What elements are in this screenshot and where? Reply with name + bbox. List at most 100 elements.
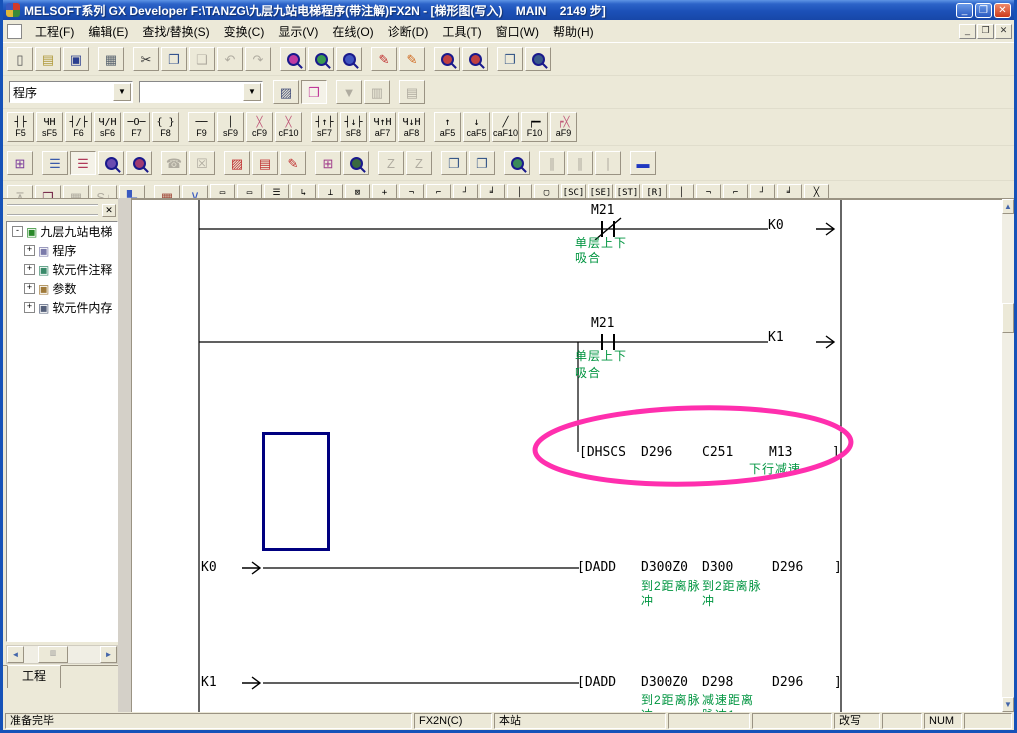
find-circuit-button[interactable] xyxy=(525,47,551,71)
mdi-restore-button[interactable]: ❐ xyxy=(977,24,994,39)
expand-box-icon[interactable]: + xyxy=(24,302,35,313)
ladder-symbol-icon: Ч↓Н xyxy=(402,117,420,128)
delete-horizontal-line-button[interactable]: ╳cF9 xyxy=(246,112,273,142)
find-coil-button[interactable] xyxy=(462,47,488,71)
find-device-button[interactable] xyxy=(308,47,334,71)
tab-project[interactable]: 工程 xyxy=(7,665,61,688)
line-delete-button[interactable]: ┍╳aF9 xyxy=(550,112,577,142)
online-change-button[interactable]: ✎ xyxy=(280,151,306,175)
menu-d[interactable]: 诊断(D) xyxy=(381,21,436,42)
menu-o[interactable]: 在线(O) xyxy=(325,21,380,42)
find-instruction-button[interactable] xyxy=(336,47,362,71)
ladder-symbol-icon: + xyxy=(382,188,387,198)
mdi-minimize-button[interactable]: _ xyxy=(959,24,976,39)
magnifier-clock-icon xyxy=(350,157,363,170)
expand-box-icon[interactable]: + xyxy=(24,283,35,294)
horizontal-line-button[interactable]: ──F9 xyxy=(188,112,215,142)
comment-display-button[interactable]: ☰ xyxy=(42,151,68,175)
red-pencil-icon: ✎ xyxy=(379,53,390,66)
instruction-list-button[interactable]: ⊞ xyxy=(7,151,33,175)
menu-c[interactable]: 变换(C) xyxy=(217,21,272,42)
restore-button[interactable]: ❐ xyxy=(975,3,992,18)
scroll-left-button[interactable]: ◄ xyxy=(7,646,24,663)
menu-s[interactable]: 查找/替换(S) xyxy=(135,21,216,42)
closed-contact-button[interactable]: ┤/├F6 xyxy=(65,112,92,142)
new-button[interactable]: ▯ xyxy=(7,47,33,71)
tree-item-软元件内存[interactable]: +▣软元件内存 xyxy=(7,298,117,317)
forced-io-button[interactable]: ▤ xyxy=(252,151,278,175)
key-label: F9 xyxy=(196,128,207,138)
falling-pulse-button[interactable]: ┤↓├sF8 xyxy=(340,112,367,142)
open-contact-button[interactable]: ┤├F5 xyxy=(7,112,34,142)
monitor-button[interactable]: ▬ xyxy=(630,151,656,175)
menu-w[interactable]: 窗口(W) xyxy=(489,21,546,42)
open-button[interactable]: ▤ xyxy=(35,47,61,71)
comment-edit-button[interactable]: ▨ xyxy=(273,80,299,104)
mdi-child-icon[interactable] xyxy=(7,24,22,39)
hscroll-thumb[interactable]: ▥ xyxy=(38,646,68,663)
menu-e[interactable]: 编辑(E) xyxy=(81,21,135,42)
vertical-line-button[interactable]: │sF9 xyxy=(217,112,244,142)
scroll-right-button[interactable]: ► xyxy=(100,646,117,663)
copy-button[interactable]: ❐ xyxy=(161,47,187,71)
ladder-symbol-icon: ╳ xyxy=(256,117,262,128)
ladder-device-text: ] xyxy=(834,676,842,690)
print-button[interactable]: ▦ xyxy=(98,47,124,71)
rising-pulse-button[interactable]: ┤↑├sF7 xyxy=(311,112,338,142)
menu-v[interactable]: 显示(V) xyxy=(271,21,325,42)
minimize-button[interactable]: _ xyxy=(956,3,973,18)
statement-edit-button[interactable]: ✎ xyxy=(399,47,425,71)
scroll-down-button[interactable]: ▼ xyxy=(1002,697,1014,712)
program-select-combo[interactable]: 程序 ▼ xyxy=(9,81,133,103)
device-comment-edit-button[interactable]: ✎ xyxy=(371,47,397,71)
coil-button[interactable]: ─O─F7 xyxy=(123,112,150,142)
statement-display-button[interactable]: ☰ xyxy=(70,151,96,175)
note-find-button[interactable] xyxy=(98,151,124,175)
project-tree-toggle-button[interactable]: ❒ xyxy=(301,80,327,104)
panel-splitter[interactable] xyxy=(118,198,131,712)
close-panel-button[interactable]: ✕ xyxy=(102,204,116,217)
chevron-down-icon[interactable]: ▼ xyxy=(243,83,261,101)
device-select-combo[interactable]: ▼ xyxy=(139,81,263,103)
program-check-button[interactable]: ⊞ xyxy=(315,151,341,175)
menu-f[interactable]: 工程(F) xyxy=(28,21,81,42)
screen-switch-button[interactable]: ❐ xyxy=(497,47,523,71)
jump-destination-button[interactable]: ❐ xyxy=(469,151,495,175)
sampling-trace-button[interactable] xyxy=(343,151,369,175)
find-button[interactable] xyxy=(280,47,306,71)
jump-source-button[interactable]: ❐ xyxy=(441,151,467,175)
parallel-open-contact-button[interactable]: ЧНsF5 xyxy=(36,112,63,142)
scroll-up-button[interactable]: ▲ xyxy=(1002,199,1014,214)
application-instruction-button[interactable]: { }F8 xyxy=(152,112,179,142)
tree-root-project[interactable]: -▣九层九站电梯 xyxy=(7,222,117,241)
menu-t[interactable]: 工具(T) xyxy=(435,21,488,42)
key-label: cF9 xyxy=(252,128,267,138)
device-test-button[interactable]: ▨ xyxy=(224,151,250,175)
close-button[interactable]: ✕ xyxy=(994,3,1011,18)
parallel-falling-pulse-button[interactable]: Ч↓НaF8 xyxy=(398,112,425,142)
invert-operation-button[interactable]: ╱caF10 xyxy=(492,112,519,142)
tree-item-参数[interactable]: +▣参数 xyxy=(7,279,117,298)
expand-box-icon[interactable]: + xyxy=(24,245,35,256)
parallel-closed-contact-button[interactable]: Ч/НsF6 xyxy=(94,112,121,142)
device-find-button[interactable] xyxy=(126,151,152,175)
ladder-canvas[interactable]: M21K0单层上下吸合M21K1单层上下吸合[DHSCSD296C251M13]… xyxy=(132,200,1002,712)
cut-button[interactable]: ✂ xyxy=(133,47,159,71)
delete-vertical-line-button[interactable]: ╳cF10 xyxy=(275,112,302,142)
circuit-find-button[interactable] xyxy=(504,151,530,175)
vscroll-thumb[interactable] xyxy=(1002,303,1014,333)
tree-item-程序[interactable]: +▣程序 xyxy=(7,241,117,260)
save-button[interactable]: ▣ xyxy=(63,47,89,71)
expand-box-icon[interactable]: - xyxy=(12,226,23,237)
mdi-close-button[interactable]: ✕ xyxy=(995,24,1012,39)
chevron-down-icon[interactable]: ▼ xyxy=(113,83,131,101)
ladder-symbol-icon: [SC] xyxy=(563,188,585,198)
find-contact-button[interactable] xyxy=(434,47,460,71)
line-write-button[interactable]: ┍━F10 xyxy=(521,112,548,142)
insert-row-icon: ∥ xyxy=(549,157,556,170)
expand-box-icon[interactable]: + xyxy=(24,264,35,275)
menu-h[interactable]: 帮助(H) xyxy=(546,21,601,42)
tree-item-软元件注释[interactable]: +▣软元件注释 xyxy=(7,260,117,279)
drag-grip[interactable] xyxy=(7,204,98,216)
parallel-rising-pulse-button[interactable]: Ч↑НaF7 xyxy=(369,112,396,142)
